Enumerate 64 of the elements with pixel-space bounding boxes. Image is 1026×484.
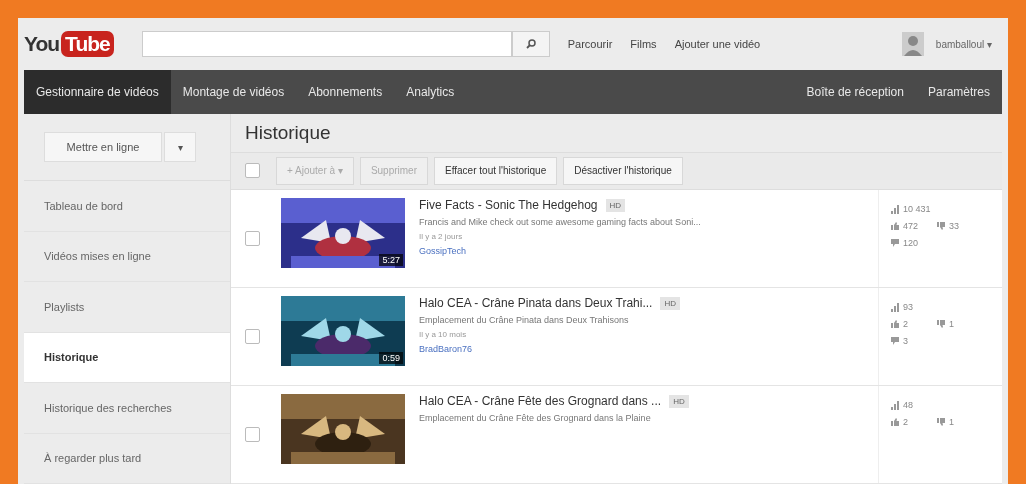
user-menu[interactable]: bamballoul ▾ [935, 38, 992, 50]
views-icon [891, 400, 899, 410]
channel-link[interactable]: BradBaron76 [419, 344, 878, 354]
hd-badge: HD [660, 296, 680, 310]
sidebar-item[interactable]: Tableau de bord [24, 181, 230, 232]
video-description: Francis and Mike check out some awesome gaming facts about Soni... [419, 217, 702, 227]
dislike-count: 1 [949, 319, 954, 329]
header-link[interactable]: Films [630, 38, 657, 50]
search-field[interactable] [141, 31, 512, 57]
search-button[interactable] [511, 31, 550, 57]
video-title[interactable]: Halo CEA - Crâne Fête des Grognard dans ... [419, 394, 662, 408]
hd-badge: HD [605, 198, 626, 212]
thumbs-down-icon [937, 320, 945, 328]
views-icon [891, 204, 899, 214]
comment-icon [891, 239, 899, 247]
duration-label: 5:27 [379, 254, 403, 266]
video-description: Emplacement du Crâne Fête des Grognard dans la Plaine [419, 413, 652, 423]
search-icon [525, 39, 536, 49]
comment-count: 3 [903, 336, 908, 346]
like-count: 472 [903, 221, 920, 231]
select-all-checkbox[interactable] [245, 163, 260, 179]
sidebar-item[interactable]: Vidéos mises en ligne [24, 231, 230, 282]
dislike-count: 1 [949, 417, 954, 427]
nav-tab[interactable]: Abonnements [296, 70, 395, 114]
channel-link[interactable]: GossipTech [419, 246, 878, 256]
thumbs-up-icon [891, 222, 899, 230]
view-count: 93 [903, 302, 913, 312]
like-count: 2 [903, 319, 909, 329]
row-checkbox[interactable] [245, 231, 260, 246]
thumbs-down-icon [937, 222, 945, 230]
views-icon [891, 302, 899, 312]
like-count: 2 [903, 417, 909, 427]
dislike-count: 33 [949, 221, 959, 231]
thumbs-down-icon [937, 418, 945, 426]
sidebar-item[interactable]: À regarder plus tard [24, 433, 230, 484]
comment-count: 120 [903, 238, 919, 248]
sidebar-item[interactable]: Playlists [24, 282, 230, 333]
upload-menu-button[interactable]: ▾ [164, 132, 196, 162]
thumbs-up-icon [891, 320, 899, 328]
row-checkbox[interactable] [245, 427, 260, 442]
sidebar-item[interactable]: Historique des recherches [24, 383, 230, 434]
thumbs-up-icon [891, 418, 899, 426]
view-count: 48 [903, 400, 913, 410]
row-checkbox[interactable] [245, 329, 260, 344]
avatar-icon [901, 32, 924, 56]
nav-tab[interactable]: Montage de vidéos [170, 70, 297, 114]
comment-icon [891, 337, 899, 345]
nav-tab[interactable]: Boîte de réception [794, 70, 916, 114]
page-title: Historique [231, 114, 1002, 153]
upload-button[interactable]: Mettre en ligne [44, 132, 162, 162]
sidebar-item[interactable]: Historique [24, 332, 230, 383]
view-count: 10 431 [903, 204, 931, 214]
nav-tab[interactable]: Paramètres [915, 70, 1002, 114]
nav-tab[interactable]: Analytics [394, 70, 467, 114]
header-link[interactable]: Parcourir [567, 38, 613, 50]
header-link[interactable]: Ajouter une vidéo [674, 38, 761, 50]
duration-label: 0:59 [379, 352, 403, 364]
video-description: Emplacement du Crâne Pinata dans Deux Trahisons [419, 315, 630, 325]
video-title[interactable]: Five Facts - Sonic The Hedgehog [419, 198, 598, 212]
hd-badge: HD [669, 394, 689, 408]
nav-tab[interactable]: Gestionnaire de vidéos [24, 70, 171, 114]
video-title[interactable]: Halo CEA - Crâne Pinata dans Deux Trahi... [419, 296, 653, 310]
action-button[interactable]: Désactiver l'historique [563, 156, 683, 185]
action-button[interactable]: Effacer tout l'historique [434, 156, 558, 185]
